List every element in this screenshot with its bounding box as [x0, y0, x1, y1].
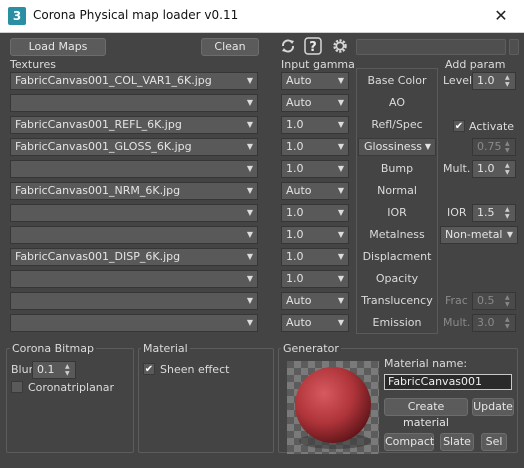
texture-slot-refl[interactable]: FabricCanvas001_REFL_6K.jpg ▼ [10, 116, 258, 134]
texture-slot-base-color[interactable]: FabricCanvas001_COL_VAR1_6K.jpg ▼ [10, 72, 258, 90]
slot-label-emission: Emission [372, 316, 422, 329]
app-icon: 3 [8, 7, 26, 25]
textures-header: Textures [10, 58, 56, 71]
gamma-glossiness[interactable]: 1.0 ▼ [281, 138, 349, 156]
refresh-icon[interactable] [279, 37, 297, 55]
slot-label-opacity: Opacity [375, 272, 419, 285]
create-material-button[interactable]: Create material [384, 398, 468, 429]
ior-label: IOR [447, 206, 467, 219]
blur-label: Blur [11, 363, 34, 376]
gamma-emission[interactable]: Auto ▼ [281, 314, 349, 332]
texture-slot-ao[interactable]: ▼ [10, 94, 258, 112]
emission-mult-spinner[interactable]: 3.0 ▲ ▼ [472, 314, 516, 332]
ior-spinner[interactable]: 1.5 ▲ ▼ [472, 204, 516, 222]
gamma-ior[interactable]: 1.0 ▼ [281, 204, 349, 222]
coronatriplanar-label: Coronatriplanar [28, 381, 115, 394]
window-title: Corona Physical map loader v0.11 [33, 8, 239, 22]
texture-slot-emission[interactable]: ▼ [10, 314, 258, 332]
texture-slot-bump[interactable]: ▼ [10, 160, 258, 178]
gamma-refl[interactable]: 1.0 ▼ [281, 116, 349, 134]
gloss-value-spinner[interactable]: 0.75 ▲ ▼ [472, 138, 516, 156]
slate-button[interactable]: Slate [440, 433, 474, 451]
add-param-header: Add param [445, 58, 506, 71]
gamma-ao[interactable]: Auto ▼ [281, 94, 349, 112]
mult-spinner[interactable]: 1.0 ▲ ▼ [472, 160, 516, 178]
level-label: Level [443, 74, 473, 87]
blur-spinner[interactable]: 0.1 ▲ ▼ [32, 361, 76, 379]
corona-bitmap-header: Corona Bitmap [10, 342, 96, 355]
mult-label: Mult. [443, 162, 471, 175]
title-bar: 3 Corona Physical map loader v0.11 ✕ [0, 0, 524, 33]
update-button[interactable]: Update [472, 398, 514, 416]
material-preview-image [287, 361, 379, 454]
texture-slot-normal[interactable]: FabricCanvas001_NRM_6K.jpg ▼ [10, 182, 258, 200]
texture-slot-displacement[interactable]: FabricCanvas001_DISP_6K.jpg ▼ [10, 248, 258, 266]
gamma-opacity[interactable]: 1.0 ▼ [281, 270, 349, 288]
slot-label-metalness: Metalness [369, 228, 425, 241]
texture-slot-opacity[interactable]: ▼ [10, 270, 258, 288]
compact-button[interactable]: Compact [384, 433, 434, 451]
progress-indicator [509, 39, 519, 55]
slot-label-bump: Bump [380, 162, 414, 175]
generator-header: Generator [281, 342, 341, 355]
texture-slot-metalness[interactable]: ▼ [10, 226, 258, 244]
sel-button[interactable]: Sel [481, 433, 507, 451]
emission-mult-label: Mult. [443, 316, 471, 329]
metalness-dropdown[interactable]: Non-metal ▼ [440, 226, 518, 244]
slot-label-translucency: Translucency [361, 294, 433, 307]
slot-label-refl: Refl/Spec [371, 118, 423, 131]
material-name-label: Material name: [384, 357, 468, 370]
gamma-base-color[interactable]: Auto ▼ [281, 72, 349, 90]
coronatriplanar-checkbox[interactable] [11, 381, 23, 393]
help-icon[interactable]: ? [304, 37, 322, 55]
frac-label: Frac [445, 294, 468, 307]
sheen-effect-label: Sheen effect [160, 363, 230, 376]
slot-label-displacement: Displacment [362, 250, 432, 263]
material-header: Material [141, 342, 190, 355]
slot-label-normal: Normal [377, 184, 417, 197]
gamma-bump[interactable]: 1.0 ▼ [281, 160, 349, 178]
load-maps-button[interactable]: Load Maps [10, 38, 106, 56]
close-icon[interactable]: ✕ [478, 0, 524, 32]
svg-text:?: ? [309, 40, 317, 55]
frac-spinner[interactable]: 0.5 ▲ ▼ [472, 292, 516, 310]
level-spinner[interactable]: 1.0 ▲ ▼ [472, 72, 516, 90]
gamma-normal[interactable]: Auto ▼ [281, 182, 349, 200]
material-name-input[interactable]: FabricCanvas001 [384, 374, 512, 390]
activate-checkbox[interactable]: ✔ [453, 120, 465, 132]
gamma-translucency[interactable]: Auto ▼ [281, 292, 349, 310]
slot-label-ao: AO [389, 96, 405, 109]
gamma-displacement[interactable]: 1.0 ▼ [281, 248, 349, 266]
slot-label-ior: IOR [387, 206, 407, 219]
glossiness-mode-dropdown[interactable]: Glossiness ▼ [358, 138, 436, 156]
sheen-effect-checkbox[interactable]: ✔ [143, 363, 155, 375]
gear-icon[interactable] [331, 37, 349, 55]
input-gamma-header: Input gamma [281, 58, 355, 71]
slot-label-base-color: Base Color [367, 74, 427, 87]
texture-slot-translucency[interactable]: ▼ [10, 292, 258, 310]
activate-label: Activate [469, 120, 515, 133]
texture-slot-ior[interactable]: ▼ [10, 204, 258, 222]
clean-button[interactable]: Clean [201, 38, 259, 56]
gamma-metalness[interactable]: 1.0 ▼ [281, 226, 349, 244]
progress-bar [356, 39, 506, 55]
texture-slot-glossiness[interactable]: FabricCanvas001_GLOSS_6K.jpg ▼ [10, 138, 258, 156]
